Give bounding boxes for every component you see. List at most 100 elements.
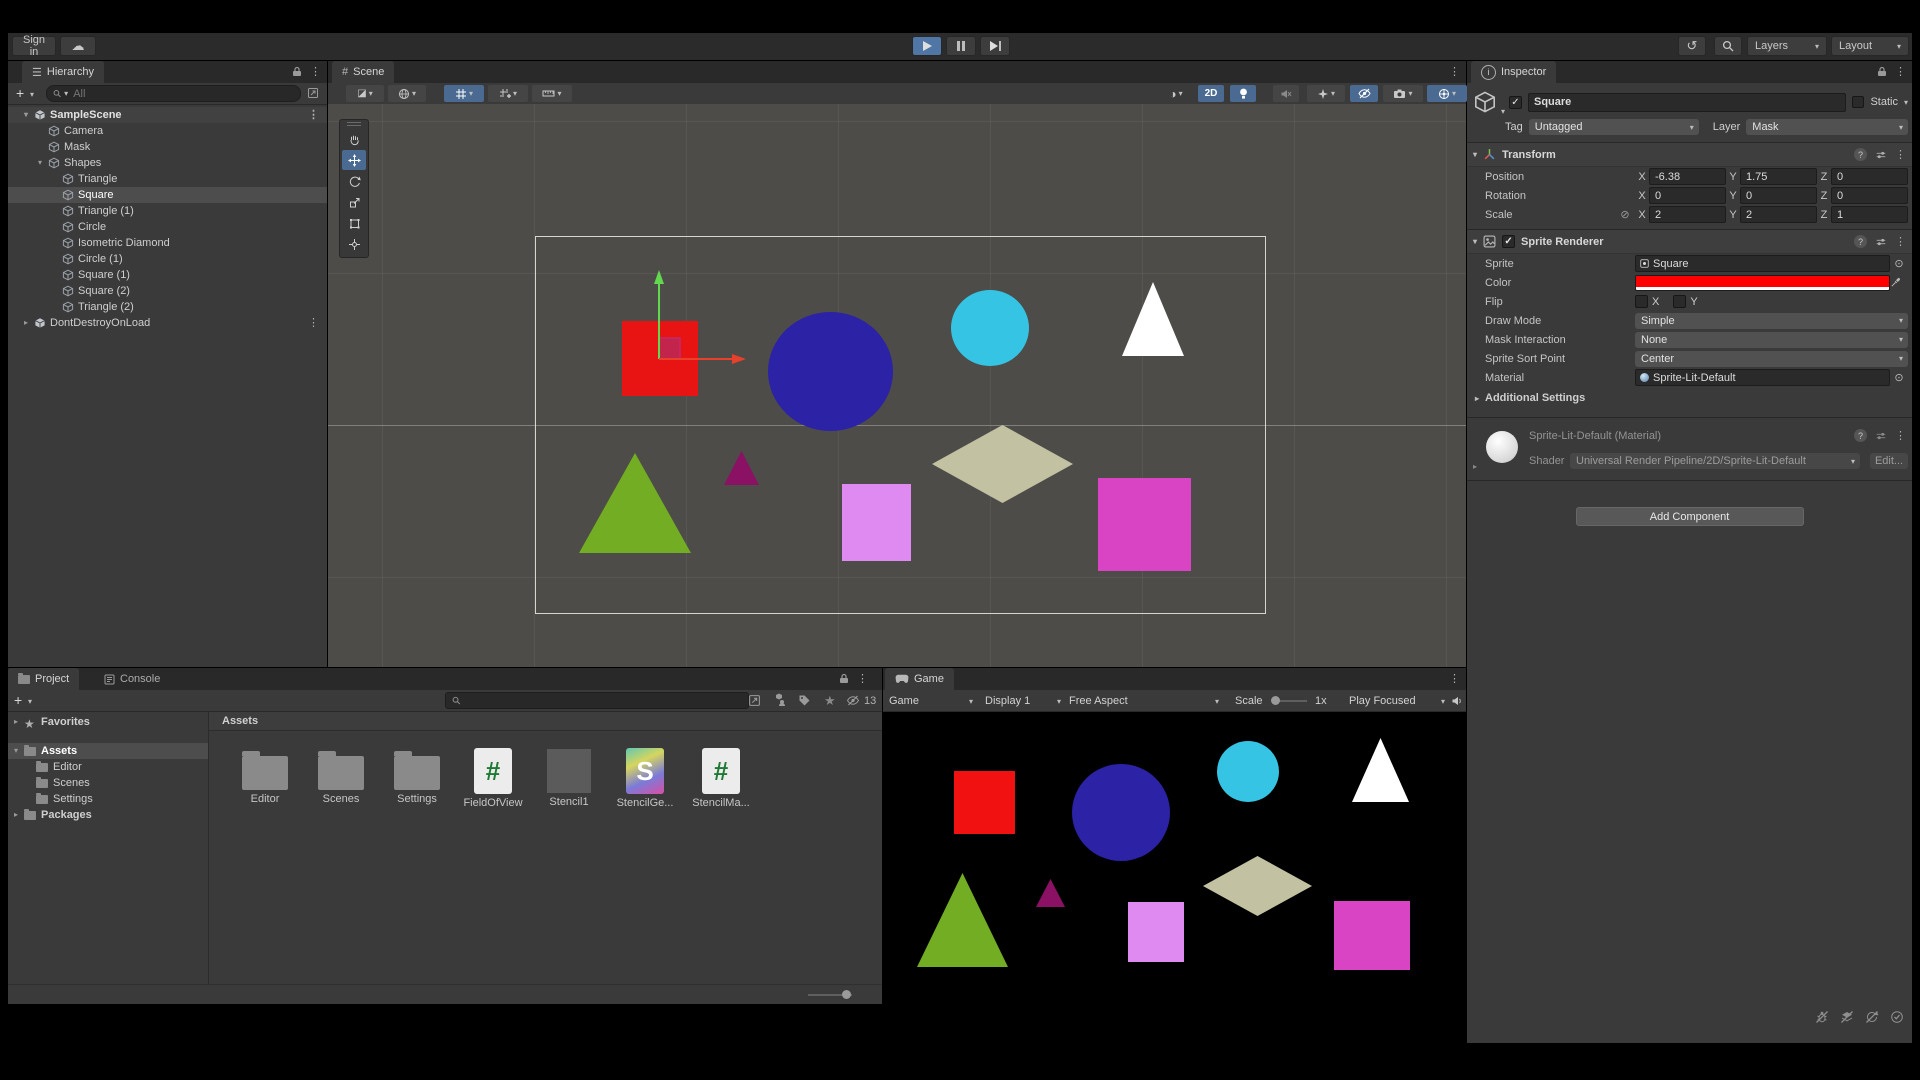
scene-shape-violet-square[interactable] — [842, 484, 911, 561]
mask-interaction-dropdown[interactable]: None▾ — [1635, 332, 1908, 348]
debugger-disabled-icon[interactable] — [1815, 1010, 1829, 1024]
asset-item-settings[interactable]: Settings — [384, 746, 450, 805]
foldout-arrow-icon[interactable]: ▸ — [10, 807, 22, 823]
object-name-field[interactable]: Square — [1528, 93, 1846, 112]
static-caret-icon[interactable]: ▾ — [1904, 98, 1908, 107]
presets-icon[interactable] — [1875, 236, 1887, 248]
shader-dropdown[interactable]: Universal Render Pipeline/2D/Sprite-Lit-… — [1570, 453, 1860, 469]
presets-icon[interactable] — [1875, 430, 1887, 442]
project-tree-item-scenes[interactable]: Scenes — [8, 775, 208, 791]
hierarchy-item-camera[interactable]: Camera — [8, 123, 327, 139]
lock-icon[interactable] — [1877, 66, 1887, 77]
add-object-button[interactable]: + — [16, 85, 24, 101]
foldout-arrow-icon[interactable]: ▸ — [1473, 462, 1477, 471]
scene-shape-cyan-circle[interactable] — [951, 290, 1029, 366]
add-object-caret-icon[interactable]: ▾ — [30, 90, 34, 99]
panel-menu-icon[interactable]: ⋮ — [310, 65, 321, 78]
foldout-arrow-icon[interactable]: ▾ — [10, 743, 22, 759]
grid-snapping-dropdown[interactable]: ▾ — [488, 85, 528, 102]
hierarchy-item-dontdestroyonload[interactable]: ▸DontDestroyOnLoad⋮ — [8, 315, 327, 331]
layers-dropdown[interactable]: Layers▾ — [1747, 36, 1827, 56]
position-x-field[interactable]: -6.38 — [1649, 168, 1726, 185]
flip-x-checkbox[interactable] — [1635, 295, 1648, 308]
scene-canvas[interactable] — [328, 104, 1466, 667]
scale-slider-handle[interactable] — [1271, 696, 1280, 705]
scene-shape-green-triangle[interactable] — [579, 453, 691, 553]
layers-disabled-icon[interactable] — [1840, 1010, 1854, 1024]
rotate-tool-button[interactable] — [342, 171, 366, 191]
rotation-x-field[interactable]: 0 — [1649, 187, 1726, 204]
asset-item-stencilge[interactable]: SStencilGe... — [612, 746, 678, 809]
asset-item-fieldofview[interactable]: #FieldOfView — [460, 746, 526, 809]
scene-shape-khaki-diamond[interactable] — [932, 425, 1073, 503]
eyedropper-icon[interactable] — [1890, 277, 1908, 288]
move-tool-button[interactable] — [342, 150, 366, 170]
position-z-field[interactable]: 0 — [1831, 168, 1908, 185]
help-icon[interactable]: ? — [1854, 148, 1867, 161]
scene-shape-white-triangle[interactable] — [1122, 282, 1184, 356]
hierarchy-item-isometric-diamond[interactable]: Isometric Diamond — [8, 235, 327, 251]
help-icon[interactable]: ? — [1854, 235, 1867, 248]
hierarchy-item-mask[interactable]: Mask — [8, 139, 327, 155]
help-icon[interactable]: ? — [1854, 429, 1867, 442]
scene-shape-small-magenta-triangle[interactable] — [724, 451, 759, 485]
hierarchy-item-triangle-2[interactable]: Triangle (2) — [8, 299, 327, 315]
measure-tool-dropdown[interactable]: ▾ — [532, 85, 572, 102]
panel-menu-icon[interactable]: ⋮ — [1449, 65, 1460, 78]
step-button[interactable] — [980, 36, 1010, 56]
auto-refresh-disabled-icon[interactable] — [1865, 1010, 1879, 1024]
tab-project[interactable]: Project — [8, 668, 79, 690]
add-asset-button[interactable]: + — [14, 692, 22, 708]
mute-audio-icon[interactable] — [1451, 695, 1463, 707]
status-ok-icon[interactable] — [1890, 1010, 1904, 1024]
component-enabled-checkbox[interactable]: ✓ — [1502, 235, 1515, 248]
game-mode-dropdown[interactable]: Game▾ — [889, 693, 973, 709]
transform-tool-button[interactable] — [342, 234, 366, 254]
toggle-2d-button[interactable]: 2D — [1198, 85, 1224, 102]
hierarchy-item-triangle[interactable]: Triangle — [8, 171, 327, 187]
panel-menu-icon[interactable]: ⋮ — [1449, 672, 1460, 685]
sprite-renderer-header[interactable]: ▾ ✓ Sprite Renderer ? ⋮ — [1467, 229, 1912, 254]
scale-y-field[interactable]: 2 — [1740, 206, 1817, 223]
rotation-z-field[interactable]: 0 — [1831, 187, 1908, 204]
rect-tool-button[interactable] — [342, 213, 366, 233]
palette-drag-handle[interactable] — [340, 120, 368, 128]
aspect-dropdown[interactable]: Free Aspect▾ — [1069, 693, 1219, 709]
foldout-arrow-icon[interactable]: ▸ — [10, 714, 22, 730]
search-filter-caret-icon[interactable]: ▾ — [64, 89, 68, 98]
shader-edit-button[interactable]: Edit... — [1870, 453, 1908, 469]
layer-dropdown[interactable]: Mask▾ — [1746, 119, 1908, 135]
hierarchy-item-square-1[interactable]: Square (1) — [8, 267, 327, 283]
sprite-object-field[interactable]: Square — [1635, 255, 1890, 272]
tab-scene[interactable]: # Scene — [332, 61, 394, 83]
hierarchy-item-triangle-1[interactable]: Triangle (1) — [8, 203, 327, 219]
foldout-arrow-icon[interactable]: ▸ — [20, 315, 32, 331]
component-menu-icon[interactable]: ⋮ — [1895, 235, 1906, 248]
asset-item-stencil1[interactable]: Stencil1 — [536, 746, 602, 808]
lock-icon[interactable] — [292, 66, 302, 77]
object-picker-icon[interactable]: ⊙ — [1890, 257, 1908, 270]
hierarchy-item-square-2[interactable]: Square (2) — [8, 283, 327, 299]
scene-lighting-button[interactable] — [1230, 85, 1256, 102]
foldout-arrow-icon[interactable]: ▾ — [20, 107, 32, 123]
play-button[interactable] — [912, 36, 942, 56]
project-tree-item-packages[interactable]: ▸Packages — [8, 807, 208, 823]
hierarchy-item-samplescene[interactable]: ▾SampleScene⋮ — [8, 107, 327, 123]
transform-header[interactable]: ▾ Transform ? ⋮ — [1467, 142, 1912, 167]
hierarchy-search-input[interactable] — [71, 87, 294, 101]
sprite-sort-point-dropdown[interactable]: Center▾ — [1635, 351, 1908, 367]
scale-tool-button[interactable] — [342, 192, 366, 212]
scene-visibility-button[interactable] — [1350, 85, 1378, 102]
project-tree-item-settings[interactable]: Settings — [8, 791, 208, 807]
scene-camera-dropdown[interactable]: ▾ — [388, 85, 426, 102]
project-tree-item-favorites[interactable]: ▸★Favorites — [8, 714, 208, 730]
tab-hierarchy[interactable]: ☰ Hierarchy — [22, 61, 104, 83]
display-dropdown[interactable]: Display 1▾ — [985, 693, 1061, 709]
scene-audio-button[interactable] — [1273, 85, 1299, 102]
tab-game[interactable]: Game — [885, 668, 954, 690]
position-y-field[interactable]: 1.75 — [1740, 168, 1817, 185]
tag-dropdown[interactable]: Untagged▾ — [1529, 119, 1699, 135]
layout-dropdown[interactable]: Layout▾ — [1831, 36, 1909, 56]
color-swatch[interactable] — [1635, 275, 1890, 291]
hierarchy-item-circle[interactable]: Circle — [8, 219, 327, 235]
